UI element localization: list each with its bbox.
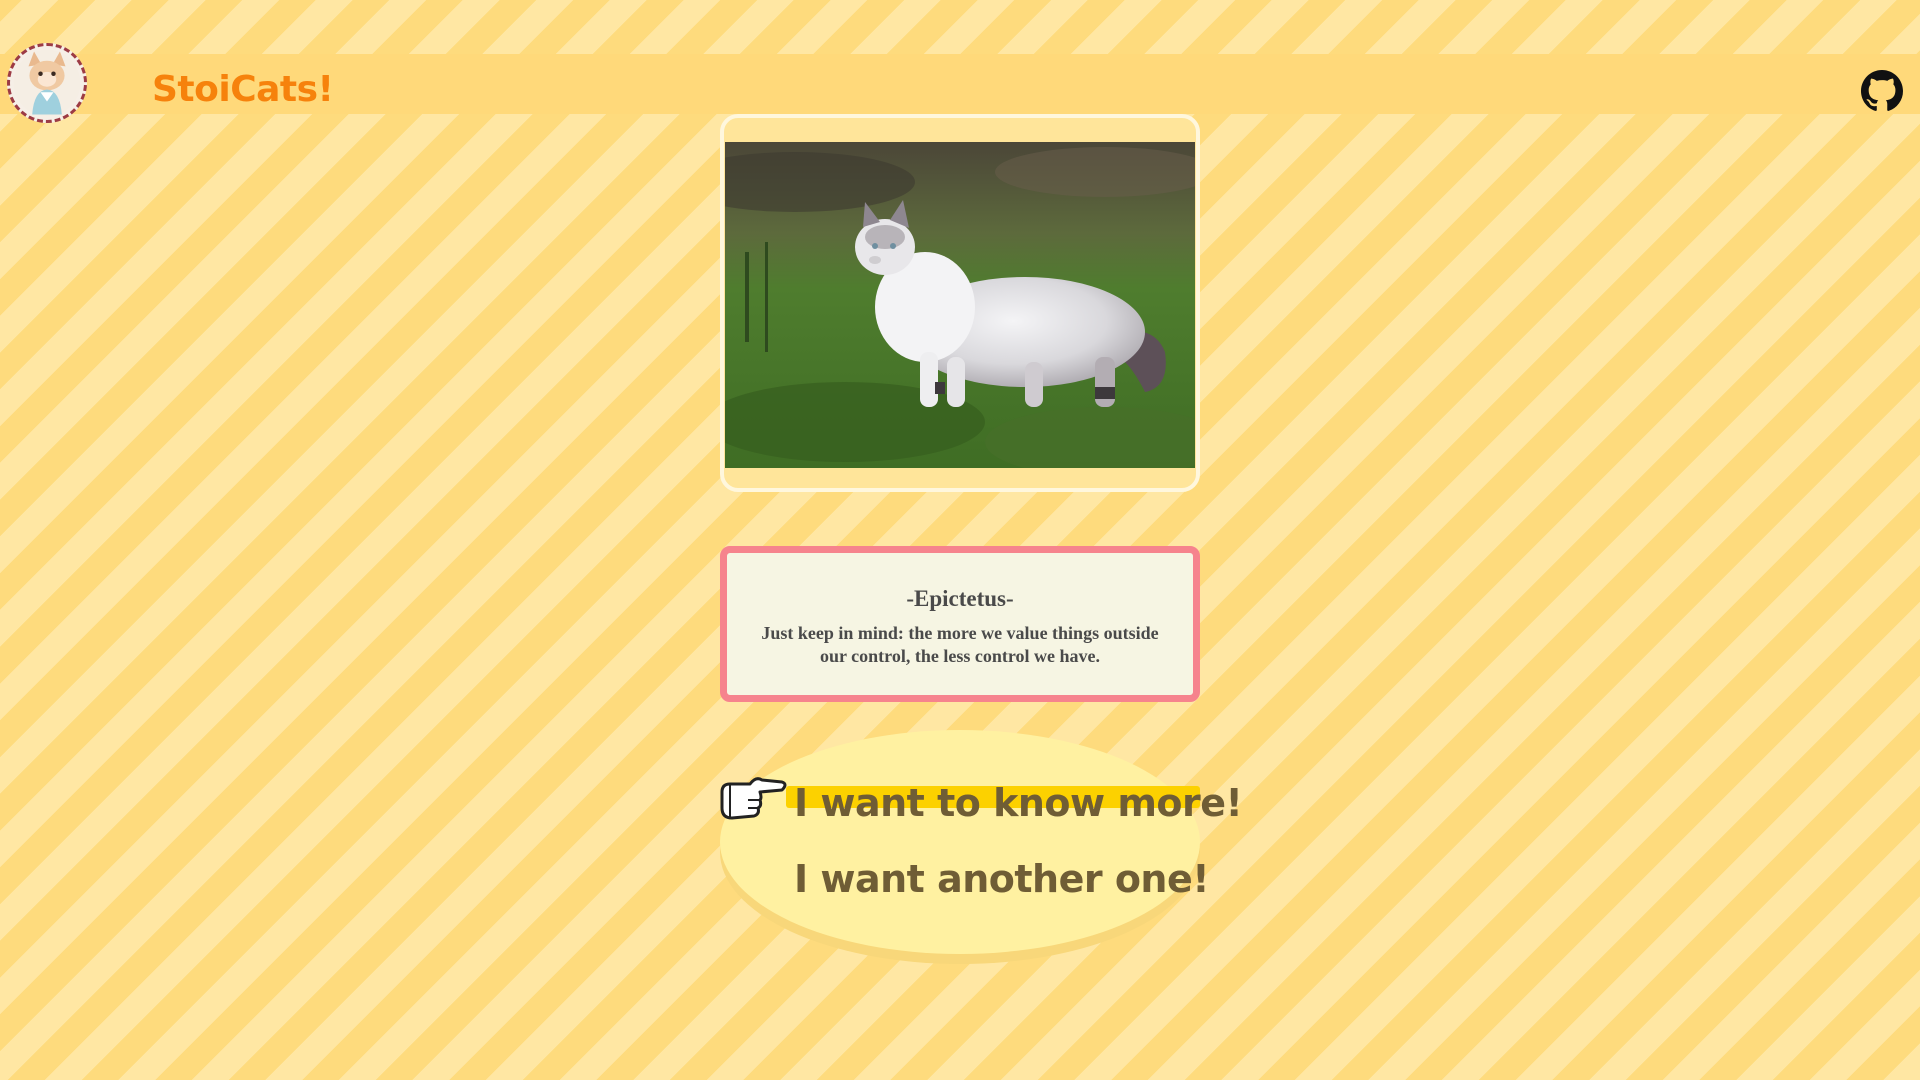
quote-author: -Epictetus- bbox=[906, 586, 1014, 611]
quote-text: Just keep in mind: the more we value thi… bbox=[761, 623, 1159, 666]
quote-card: -Epictetus- Just keep in mind: the more … bbox=[720, 546, 1200, 702]
site-title[interactable]: StoiCats! bbox=[152, 72, 334, 108]
choice-bubble bbox=[720, 730, 1200, 954]
pointing-hand-icon bbox=[716, 770, 788, 828]
cat-avatar-logo-icon[interactable] bbox=[7, 43, 87, 123]
github-icon[interactable] bbox=[1861, 70, 1903, 112]
know-more-button[interactable]: I want to know more! bbox=[794, 784, 1243, 822]
another-one-button[interactable]: I want another one! bbox=[794, 860, 1210, 898]
cat-photo bbox=[725, 142, 1195, 468]
cat-photo-frame bbox=[720, 114, 1200, 492]
